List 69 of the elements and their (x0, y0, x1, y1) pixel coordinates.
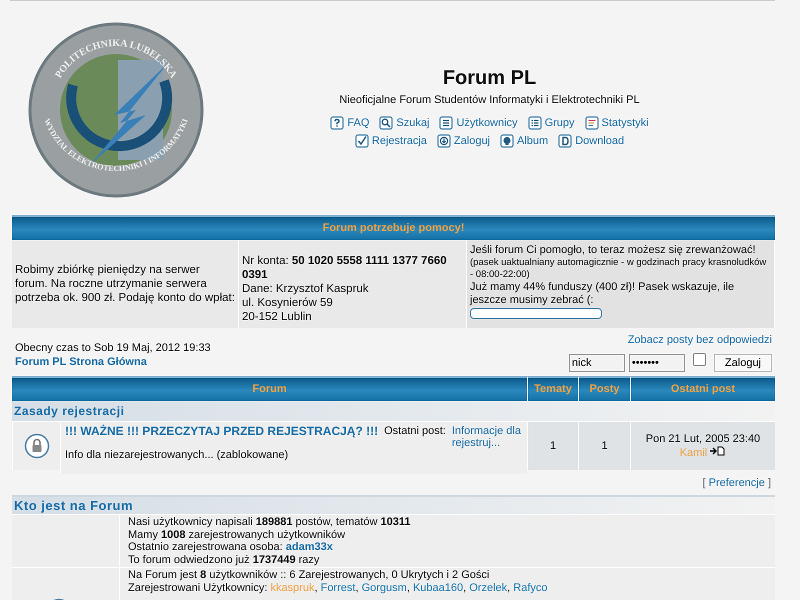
progress-text: Już mamy 44% funduszy (400 zł)! Pasek wskazuje, ile jeszcze musimy zebrać (: (470, 281, 736, 307)
stats-text: Mamy 1008 zarejestrowanych użytkowników (128, 528, 346, 540)
search-icon (379, 116, 394, 130)
stats-text: Nasi użytkownicy napisali 189881 postów, tematów 10311 (128, 516, 411, 528)
separator: , (355, 582, 358, 594)
column-header: Tematy (527, 376, 578, 401)
address-line: ul. Kosynierów 59 (242, 296, 334, 310)
forum-subtitle: Nieoficjalne Forum Studentów Informatyki i Elektrotechniki PL (339, 94, 640, 106)
column-header: Ostatni post (630, 376, 775, 401)
user-link[interactable]: Kubaa160 (412, 582, 464, 594)
update-note: (pasek uaktualniany automagicznie - w godzinach pracy krasnoludków - 08:00-22:00) (470, 257, 768, 281)
thanks-text: Jeśli forum Ci pomogło, to teraz możesz się zrewanżować! (470, 244, 756, 257)
nav-link[interactable]: Rejestracja (354, 134, 427, 148)
user-link[interactable]: Forrest (320, 582, 356, 594)
password-field[interactable]: ••••••• (628, 354, 685, 372)
stats-text: To forum odwiedzono już 1737449 razy (128, 554, 320, 566)
donation-header: Forum potrzebuje pomocy! (12, 215, 775, 240)
forum-title: Forum PL (442, 67, 536, 90)
posts-count: 1 (601, 440, 608, 452)
topics-count: 1 (550, 440, 556, 452)
bracket: [ (702, 477, 706, 489)
user-link[interactable]: Orzelek (469, 582, 508, 594)
user-link[interactable]: Gorgusm (362, 582, 407, 594)
home-link[interactable]: Forum PL Strona Główna (15, 356, 211, 368)
separator: , (507, 582, 510, 594)
separator: , (463, 582, 466, 594)
bracket: ] (768, 477, 771, 489)
nav-link[interactable]: Statystyki (584, 116, 649, 130)
user-link[interactable]: Rafyco (513, 582, 548, 594)
nav-link[interactable]: Album (500, 134, 548, 148)
forum-description: Info dla niezarejestrowanych... (zablokowane) (65, 449, 290, 461)
login-icon (436, 134, 451, 148)
appeal-text: Robimy zbiórkę pieniędzy na serwer forum. Na roczne utrzymanie serwera potrzeba ok. 900 zł. Podaję konto do wpłat: (15, 263, 235, 305)
nav-link[interactable]: Użytkownicy (439, 116, 518, 130)
column-header: Posty (578, 376, 630, 401)
registered-users-label: Zarejestrowani Użytkownicy: (128, 582, 268, 594)
section-header: Kto jest na Forum (12, 495, 775, 514)
checkmark-icon (354, 134, 369, 148)
list-icon (439, 116, 454, 130)
unanswered-posts-link[interactable]: Zobacz posty bez odpowiedzi (628, 334, 772, 346)
preferences-link[interactable]: Preferencje (708, 477, 765, 489)
account-number-text: Nr konta: 50 1020 5558 1111 1377 7660 0391 (242, 254, 448, 282)
column-header: Forum (12, 376, 527, 401)
separator: , (406, 582, 410, 594)
current-time: Obecny czas to Sob 19 Maj, 2012 19:33 (15, 342, 211, 354)
online-summary: Na Forum jest 8 użytkowników :: 6 Zarejestrowanych, 0 Ukrytych i 2 Gości (128, 569, 490, 582)
nav-link[interactable]: FAQ (330, 116, 370, 130)
username-field[interactable]: nick (568, 354, 625, 372)
last-post-link[interactable]: Informacje dla rejestruj... (452, 424, 523, 449)
login-button[interactable]: Zaloguj (714, 354, 772, 372)
nav-link[interactable]: Grupy (528, 116, 575, 130)
separator: , (314, 582, 318, 594)
chart-icon (584, 116, 599, 130)
stats-text: Ostatnio zarejestrowana osoba: (128, 541, 283, 553)
view-post-icon (710, 446, 726, 456)
address-line: Dane: Krzysztof Kaspruk (242, 282, 370, 296)
nav-link[interactable]: Download (558, 134, 624, 148)
forum-title-link[interactable]: !!! WAŻNE !!! PRZECZYTAJ PRZED REJESTRACJĄ? !!! (65, 424, 378, 438)
nav-link[interactable]: Szukaj (379, 116, 430, 130)
nav-link[interactable]: Zaloguj (436, 134, 490, 148)
last-post-date: Pon 21 Lut, 2005 23:40 (646, 432, 760, 446)
remember-checkbox[interactable] (692, 353, 706, 366)
list-icon (528, 116, 542, 130)
user-link[interactable]: adam33x (286, 541, 333, 553)
address-line: 20-152 Lublin (242, 310, 313, 324)
document-icon (558, 134, 572, 148)
face-icon (500, 134, 514, 148)
last-post-label: Ostatni post: (384, 424, 446, 437)
question-icon (330, 116, 344, 130)
